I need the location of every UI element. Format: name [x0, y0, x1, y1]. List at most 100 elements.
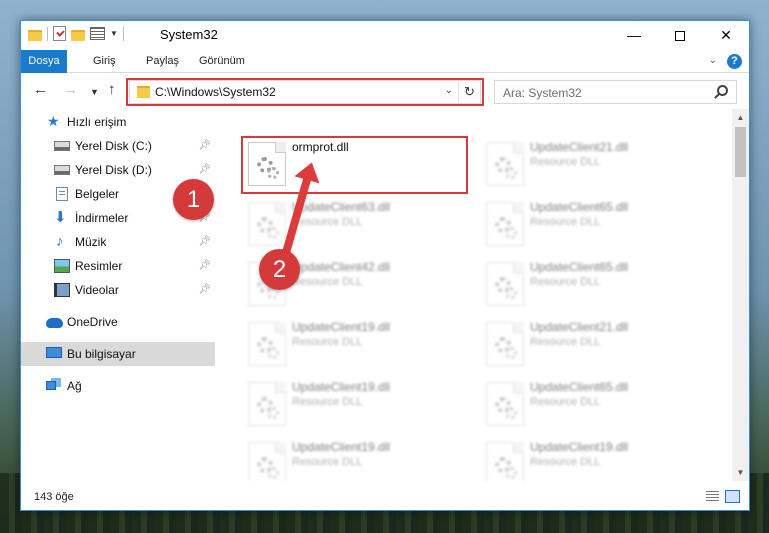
file-item[interactable]: UpdateClient19.dll Resource DLL: [244, 378, 464, 430]
expand-ribbon-chevron-icon[interactable]: ⌄: [709, 55, 717, 66]
tab-file[interactable]: Dosya: [21, 50, 67, 73]
sidebar-item-label: Ağ: [67, 379, 82, 393]
minimize-button[interactable]: —: [611, 21, 657, 50]
customize-toolbar-caret-icon[interactable]: ▼: [110, 29, 118, 38]
toolbar-divider: [122, 26, 124, 41]
properties-icon[interactable]: [53, 26, 66, 41]
explorer-window: ▼ System32 — ✕ Dosya Giriş Paylaş Görünü…: [20, 20, 750, 511]
vertical-scrollbar[interactable]: ▲ ▼: [732, 109, 749, 481]
scrollbar-thumb[interactable]: [735, 127, 746, 177]
file-type: Resource DLL: [292, 216, 363, 228]
tiles-view-icon[interactable]: [725, 490, 740, 503]
music-icon: ♪: [56, 233, 64, 250]
sidebar-item-label: Müzik: [75, 235, 107, 249]
search-box[interactable]: Ara: System32: [494, 80, 737, 104]
address-bar-highlight: [126, 78, 484, 106]
file-item[interactable]: UpdateClient65.dll Resource DLL: [482, 198, 702, 250]
pin-icon[interactable]: 📌︎: [198, 158, 211, 182]
file-item[interactable]: UpdateClient21.dll Resource DLL: [482, 138, 702, 190]
up-arrow-icon[interactable]: ↑: [108, 82, 116, 98]
recent-locations-chevron-icon[interactable]: ▼: [90, 84, 99, 100]
dll-file-icon: [248, 442, 286, 481]
details-view-icon[interactable]: [706, 491, 719, 502]
file-item[interactable]: UpdateClient65.dll Resource DLL: [482, 258, 702, 310]
sidebar-item-this-pc[interactable]: Bu bilgisayar: [21, 342, 215, 366]
file-item[interactable]: UpdateClient65.dll Resource DLL: [482, 378, 702, 430]
disk-icon: [54, 165, 70, 175]
sidebar-item-label: Videolar: [75, 283, 119, 297]
file-name: UpdateClient42.dll: [292, 260, 391, 274]
file-name: UpdateClient19.dll: [530, 440, 629, 454]
back-arrow-icon[interactable]: ←: [33, 82, 48, 98]
file-name: UpdateClient65.dll: [530, 380, 629, 394]
gear-icon: [505, 167, 517, 179]
file-type: Resource DLL: [530, 276, 601, 288]
file-name: UpdateClient65.dll: [530, 200, 629, 214]
file-name: UpdateClient19.dll: [292, 440, 391, 454]
sidebar-item-label: OneDrive: [67, 315, 118, 329]
file-item[interactable]: UpdateClient21.dll Resource DLL: [482, 318, 702, 370]
gear-icon: [505, 287, 517, 299]
pin-icon[interactable]: 📌︎: [198, 134, 211, 158]
file-item[interactable]: UpdateClient19.dll Resource DLL: [244, 438, 464, 481]
computer-icon: [46, 347, 62, 358]
sidebar-item-onedrive[interactable]: OneDrive: [21, 310, 215, 334]
quick-access-toolbar: ▼: [28, 26, 124, 41]
network-icon: [46, 381, 56, 390]
star-icon: ★: [47, 113, 60, 129]
tab-view[interactable]: Görünüm: [199, 50, 245, 73]
sidebar-item-label: İndirmeler: [75, 211, 129, 225]
tab-home[interactable]: Giriş: [93, 50, 116, 73]
file-type: Resource DLL: [292, 456, 363, 468]
file-type: Resource DLL: [530, 396, 601, 408]
pictures-icon: [54, 259, 70, 273]
gear-icon: [505, 407, 517, 419]
new-folder-icon[interactable]: [71, 29, 85, 41]
file-item[interactable]: UpdateClient19.dll Resource DLL: [244, 318, 464, 370]
sidebar-item-label: Bu bilgisayar: [67, 347, 136, 361]
close-button[interactable]: ✕: [703, 21, 749, 50]
videos-icon: [54, 283, 70, 297]
pin-icon[interactable]: 📌︎: [198, 230, 211, 254]
forward-arrow-icon[interactable]: →: [63, 82, 78, 98]
dll-file-icon: [486, 142, 524, 186]
gear-icon: [267, 407, 279, 419]
item-count: 143 öğe: [34, 491, 74, 503]
sidebar-item-videos[interactable]: Videolar 📌︎: [21, 278, 215, 302]
view-list-icon[interactable]: [90, 27, 105, 40]
pin-icon[interactable]: 📌︎: [198, 278, 211, 302]
scroll-down-icon[interactable]: ▼: [732, 464, 749, 481]
sidebar-item-local-disk-d[interactable]: Yerel Disk (D:) 📌︎: [21, 158, 215, 182]
navigation-pane: ★ Hızlı erişim Yerel Disk (C:) 📌︎ Yerel …: [21, 109, 215, 481]
help-icon[interactable]: ?: [727, 54, 742, 69]
file-name: UpdateClient63.dll: [292, 200, 391, 214]
sidebar-item-pictures[interactable]: Resimler 📌︎: [21, 254, 215, 278]
file-name: UpdateClient21.dll: [530, 320, 629, 334]
sidebar-item-label: Belgeler: [75, 187, 120, 201]
maximize-button[interactable]: [657, 21, 703, 50]
documents-icon: [56, 187, 68, 201]
dll-file-icon: [486, 382, 524, 426]
dll-file-icon: [486, 442, 524, 481]
scroll-up-icon[interactable]: ▲: [732, 109, 749, 126]
sidebar-item-network[interactable]: Ağ: [21, 374, 215, 398]
download-icon: ⬇: [54, 209, 67, 226]
file-item[interactable]: UpdateClient63.dll Resource DLL: [244, 198, 464, 250]
sidebar-item-music[interactable]: ♪ Müzik 📌︎: [21, 230, 215, 254]
file-item[interactable]: UpdateClient19.dll Resource DLL: [482, 438, 702, 481]
sidebar-item-quick-access[interactable]: ★ Hızlı erişim: [21, 110, 215, 134]
dll-file-icon: [486, 202, 524, 246]
search-icon[interactable]: [717, 85, 728, 96]
sidebar-item-label: Hızlı erişim: [67, 115, 127, 129]
pin-icon[interactable]: 📌︎: [198, 254, 211, 278]
navigation-bar: ← → ▼ ↑ C:\Windows\System32 ⌄ ↻ Ara: Sys…: [21, 74, 749, 108]
file-name: UpdateClient21.dll: [530, 140, 629, 154]
gear-icon: [505, 227, 517, 239]
sidebar-item-local-disk-c[interactable]: Yerel Disk (C:) 📌︎: [21, 134, 215, 158]
file-type: Resource DLL: [530, 336, 601, 348]
gear-icon: [505, 347, 517, 359]
file-name: UpdateClient65.dll: [530, 260, 629, 274]
step-badge-2: 2: [259, 249, 300, 290]
file-type: Resource DLL: [292, 336, 363, 348]
tab-share[interactable]: Paylaş: [146, 50, 179, 73]
